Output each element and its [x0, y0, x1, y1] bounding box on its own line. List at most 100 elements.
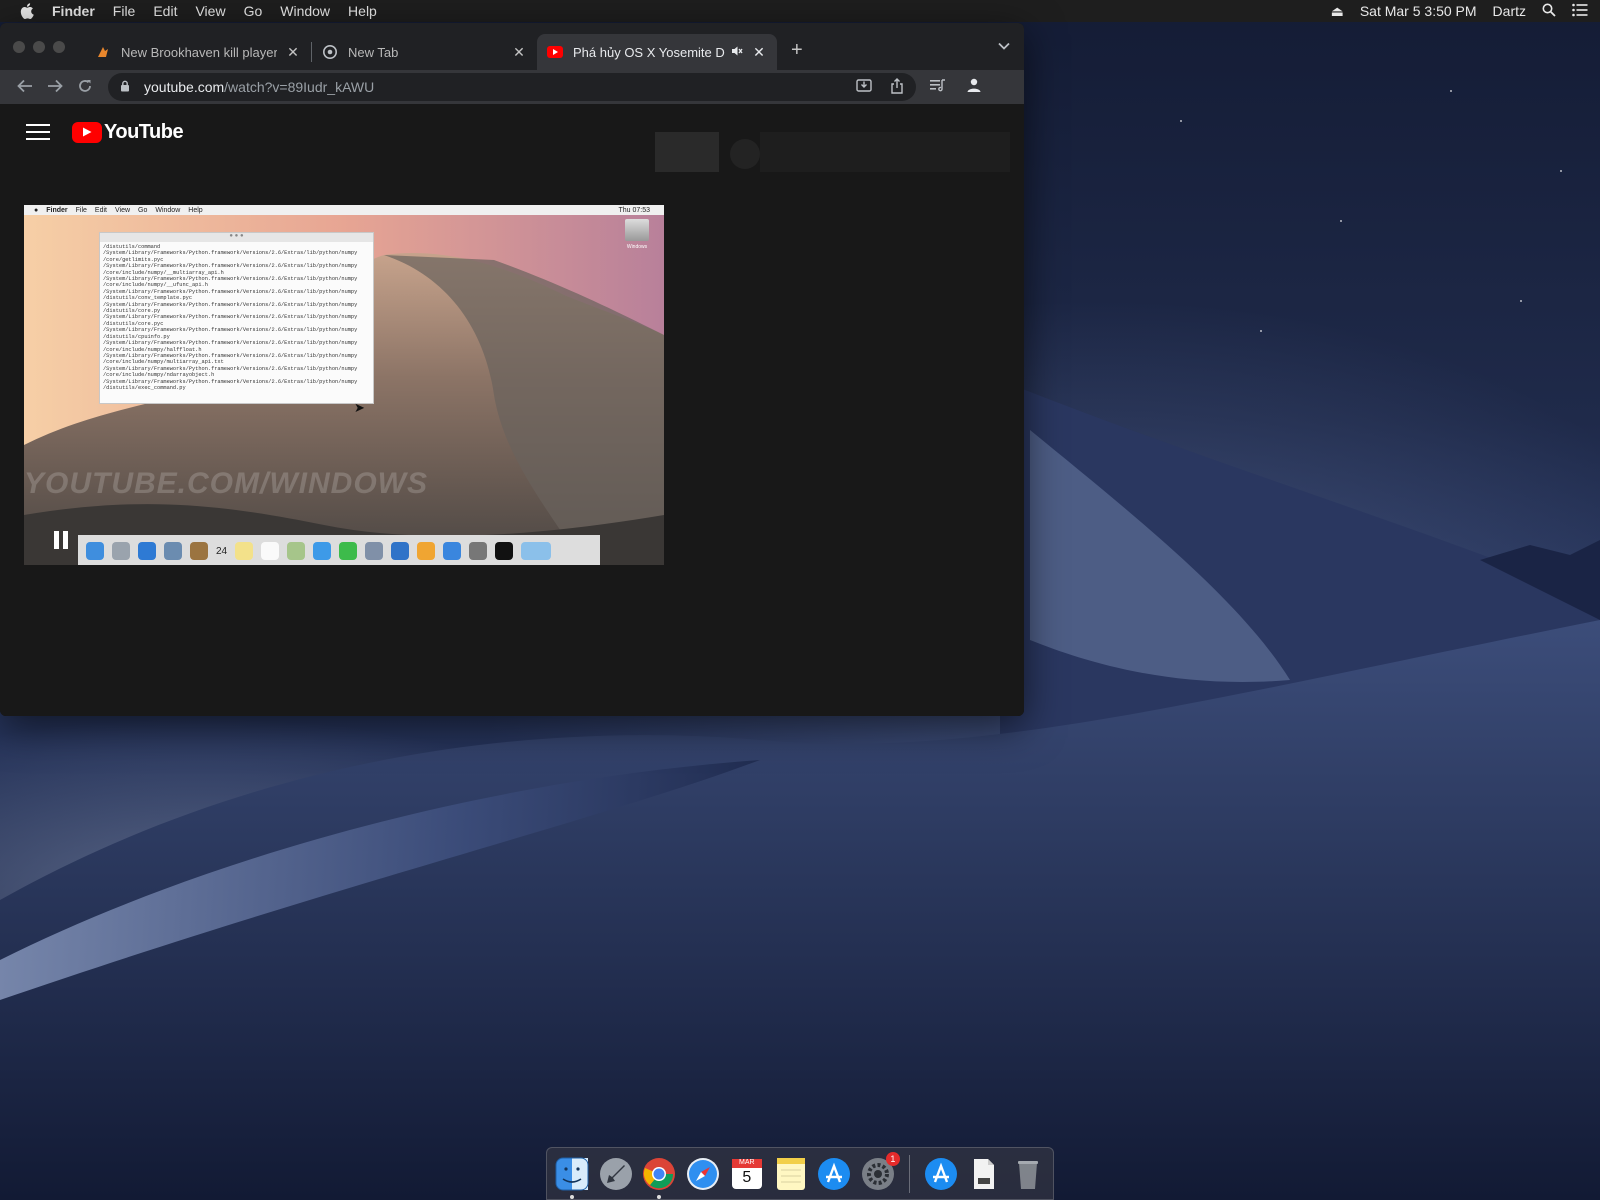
media-queue-icon[interactable]: [930, 78, 946, 97]
video-appstore-icon: [443, 542, 462, 560]
tab-search-chevron-icon[interactable]: [998, 39, 1010, 53]
star: [1260, 330, 1262, 332]
tab-youtube-active[interactable]: Phá hủy OS X Yosemite DF ✕: [537, 34, 777, 70]
dock-system-preferences[interactable]: 1: [859, 1151, 900, 1193]
flame-icon: [95, 44, 111, 60]
speaker-muted-icon[interactable]: [731, 45, 743, 60]
loading-placeholder: [655, 132, 719, 172]
notification-center-icon[interactable]: [1572, 3, 1588, 20]
dock-separator: [908, 1154, 910, 1193]
dock-trash[interactable]: [1009, 1155, 1047, 1193]
share-icon[interactable]: [890, 77, 904, 97]
calendar-day: 5: [742, 1168, 752, 1186]
video-menu-item: Help: [188, 206, 203, 214]
safari-compass-icon: [687, 1157, 720, 1190]
video-pause-icon[interactable]: [54, 531, 70, 549]
running-indicator: [570, 1194, 574, 1199]
back-arrow-icon[interactable]: [10, 77, 40, 98]
dock-notes[interactable]: [772, 1155, 810, 1193]
menu-window[interactable]: Window: [280, 3, 330, 19]
video-menu-item: Window: [155, 206, 181, 214]
video-player[interactable]: ● Finder File Edit View Go Window Help T…: [24, 205, 664, 565]
new-tab-plus-icon[interactable]: +: [791, 39, 803, 62]
video-folder-icon: [521, 542, 552, 560]
lock-icon[interactable]: [120, 79, 136, 95]
youtube-icon: [547, 44, 563, 60]
close-tab-icon[interactable]: ✕: [751, 44, 767, 61]
minimize-window-button[interactable]: [33, 40, 45, 53]
close-tab-icon[interactable]: ✕: [285, 44, 301, 61]
tab-title: New Brookhaven kill player / F: [121, 44, 277, 60]
url-path: /watch?v=89Iudr_kAWU: [224, 79, 375, 95]
dock-app-store[interactable]: [815, 1155, 853, 1193]
close-window-button[interactable]: [13, 40, 25, 53]
menu-go[interactable]: Go: [244, 3, 263, 19]
video-mac-menubar: ● Finder File Edit View Go Window Help T…: [24, 205, 664, 215]
apple-menu-icon[interactable]: [12, 3, 42, 19]
video-contacts-icon: [190, 542, 208, 560]
menu-view[interactable]: View: [195, 3, 225, 19]
video-hdd-label: Windows: [626, 244, 648, 250]
video-menu-item: Go: [138, 206, 148, 214]
video-mail-icon: [164, 542, 182, 560]
tab-strip: New Brookhaven kill player / F ✕ New Tab…: [0, 23, 1024, 70]
video-menu-item: Edit: [94, 206, 107, 214]
video-notes-icon: [235, 542, 254, 560]
video-terminal-output: /distutils/command /System/Library/Frame…: [103, 244, 358, 391]
video-preview-icon: [365, 542, 384, 560]
zoom-window-button[interactable]: [53, 40, 65, 53]
calendar-month: MAR: [739, 1158, 755, 1166]
notes-icon: [776, 1157, 805, 1190]
loading-placeholder: [760, 132, 1010, 172]
video-launchpad-icon: [112, 542, 130, 560]
menubar-clock[interactable]: Sat Mar 5 3:50 PM: [1360, 3, 1477, 19]
youtube-logo[interactable]: YouTube: [72, 120, 184, 144]
dock-calendar[interactable]: MAR 5: [728, 1155, 766, 1193]
menubar-user[interactable]: Dartz: [1493, 3, 1526, 19]
profile-avatar-icon[interactable]: [966, 77, 982, 98]
menu-app-finder[interactable]: Finder: [52, 3, 95, 19]
video-finder-icon: [86, 542, 104, 560]
close-tab-icon[interactable]: ✕: [511, 44, 527, 61]
toolbar-right: [930, 77, 982, 98]
hamburger-menu-icon[interactable]: [26, 124, 50, 140]
chrome-icon: [322, 44, 338, 60]
address-bar[interactable]: youtube.com/watch?v=89Iudr_kAWU: [108, 73, 916, 101]
video-menu-item: View: [114, 206, 131, 214]
browser-toolbar: youtube.com/watch?v=89Iudr_kAWU: [0, 70, 1024, 104]
star: [1450, 90, 1452, 92]
video-safari-icon: [138, 542, 156, 560]
menu-edit[interactable]: Edit: [153, 3, 177, 19]
tab-new-tab[interactable]: New Tab ✕: [312, 34, 537, 70]
spotlight-search-icon[interactable]: [1542, 3, 1556, 20]
youtube-wordmark: YouTube: [104, 120, 184, 143]
dock-document[interactable]: [966, 1155, 1004, 1193]
video-ibooks-icon: [417, 542, 436, 560]
video-watermark: YOUTUBE.COM/WINDOWS: [24, 467, 428, 500]
dock-finder[interactable]: [553, 1155, 591, 1199]
menu-help[interactable]: Help: [348, 3, 377, 19]
video-reminders-icon: [261, 542, 280, 560]
video-hdd-icon: Windows: [624, 219, 650, 257]
dock-safari[interactable]: [684, 1155, 722, 1193]
reload-icon[interactable]: [70, 77, 100, 98]
star: [1340, 220, 1342, 222]
star: [1560, 170, 1562, 172]
eject-icon[interactable]: ⏏: [1331, 3, 1344, 20]
notification-badge: 1: [885, 1151, 900, 1166]
loading-placeholder: [730, 139, 760, 169]
dock: MAR 5 1: [546, 1147, 1054, 1200]
star: [1180, 120, 1182, 122]
tab-brookhaven[interactable]: New Brookhaven kill player / F ✕: [85, 34, 311, 70]
dock-chrome[interactable]: [640, 1155, 678, 1199]
video-itunes-icon: [391, 542, 410, 560]
dock-launchpad[interactable]: [597, 1155, 635, 1193]
tab-title: New Tab: [348, 44, 399, 60]
install-app-icon[interactable]: [856, 78, 872, 97]
app-store-icon: [924, 1157, 957, 1190]
dock-app-store-downloads[interactable]: [922, 1155, 960, 1193]
window-controls: [13, 40, 65, 53]
video-maps-icon: [287, 542, 306, 560]
forward-arrow-icon[interactable]: [40, 77, 70, 98]
menu-file[interactable]: File: [113, 3, 136, 19]
